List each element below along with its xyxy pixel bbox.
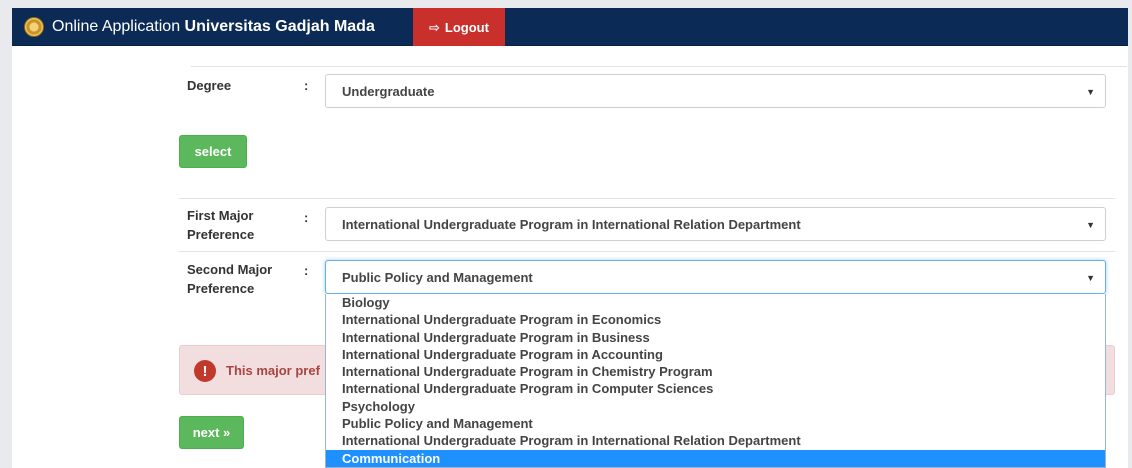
second-major-label-line1: Second Major <box>187 262 273 277</box>
first-major-label-line2: Preference <box>187 227 255 242</box>
option-public-policy[interactable]: Public Policy and Management <box>326 415 1105 432</box>
option-iup-computer-sciences[interactable]: International Undergraduate Program in C… <box>326 380 1105 397</box>
exclamation-icon: ! <box>194 360 216 382</box>
top-navbar: Online Application Universitas Gadjah Ma… <box>12 8 1128 46</box>
first-major-select[interactable]: International Undergraduate Program in I… <box>325 207 1106 241</box>
logout-button[interactable]: ⇨ Logout <box>413 8 505 46</box>
option-iup-economics[interactable]: International Undergraduate Program in E… <box>326 311 1105 328</box>
app-title: Online Application Universitas Gadjah Ma… <box>52 17 375 37</box>
sign-out-icon: ⇨ <box>429 19 440 35</box>
option-iup-international-relations[interactable]: International Undergraduate Program in I… <box>326 432 1105 449</box>
degree-value: Undergraduate <box>342 83 435 99</box>
alert-text: This major pref <box>226 363 320 378</box>
app-title-prefix: Online Application <box>52 18 181 35</box>
second-major-label: Second Major Preference <box>187 260 272 298</box>
divider <box>179 198 1115 199</box>
chevron-down-icon: ▼ <box>1086 273 1095 283</box>
next-button[interactable]: next » <box>179 416 244 449</box>
first-major-value: International Undergraduate Program in I… <box>342 216 801 232</box>
second-major-label-line2: Preference <box>187 281 255 296</box>
second-major-select[interactable]: Public Policy and Management ▼ <box>325 260 1106 294</box>
degree-select[interactable]: Undergraduate ▼ <box>325 74 1106 108</box>
logout-label: Logout <box>444 19 489 35</box>
first-major-label-line1: First Major <box>187 208 254 223</box>
option-iup-chemistry[interactable]: International Undergraduate Program in C… <box>326 363 1105 380</box>
degree-colon: : <box>304 78 309 93</box>
divider <box>179 251 1115 252</box>
second-major-options-list[interactable]: Biology International Undergraduate Prog… <box>325 294 1106 468</box>
university-logo-icon <box>24 17 44 37</box>
option-iup-accounting[interactable]: International Undergraduate Program in A… <box>326 346 1105 363</box>
option-psychology[interactable]: Psychology <box>326 398 1105 415</box>
application-page: Online Application Universitas Gadjah Ma… <box>0 0 1132 468</box>
degree-label: Degree <box>187 78 232 93</box>
chevron-down-icon: ▼ <box>1086 87 1095 97</box>
second-major-colon: : <box>304 263 309 278</box>
second-major-value: Public Policy and Management <box>342 269 533 285</box>
app-title-university: Universitas Gadjah Mada <box>184 18 375 35</box>
option-biology[interactable]: Biology <box>326 294 1105 311</box>
option-iup-business[interactable]: International Undergraduate Program in B… <box>326 329 1105 346</box>
select-button[interactable]: select <box>179 135 247 168</box>
option-communication[interactable]: Communication <box>326 449 1105 467</box>
first-major-colon: : <box>304 210 309 225</box>
divider <box>191 66 1127 67</box>
chevron-down-icon: ▼ <box>1086 220 1095 230</box>
first-major-label: First Major Preference <box>187 206 254 244</box>
